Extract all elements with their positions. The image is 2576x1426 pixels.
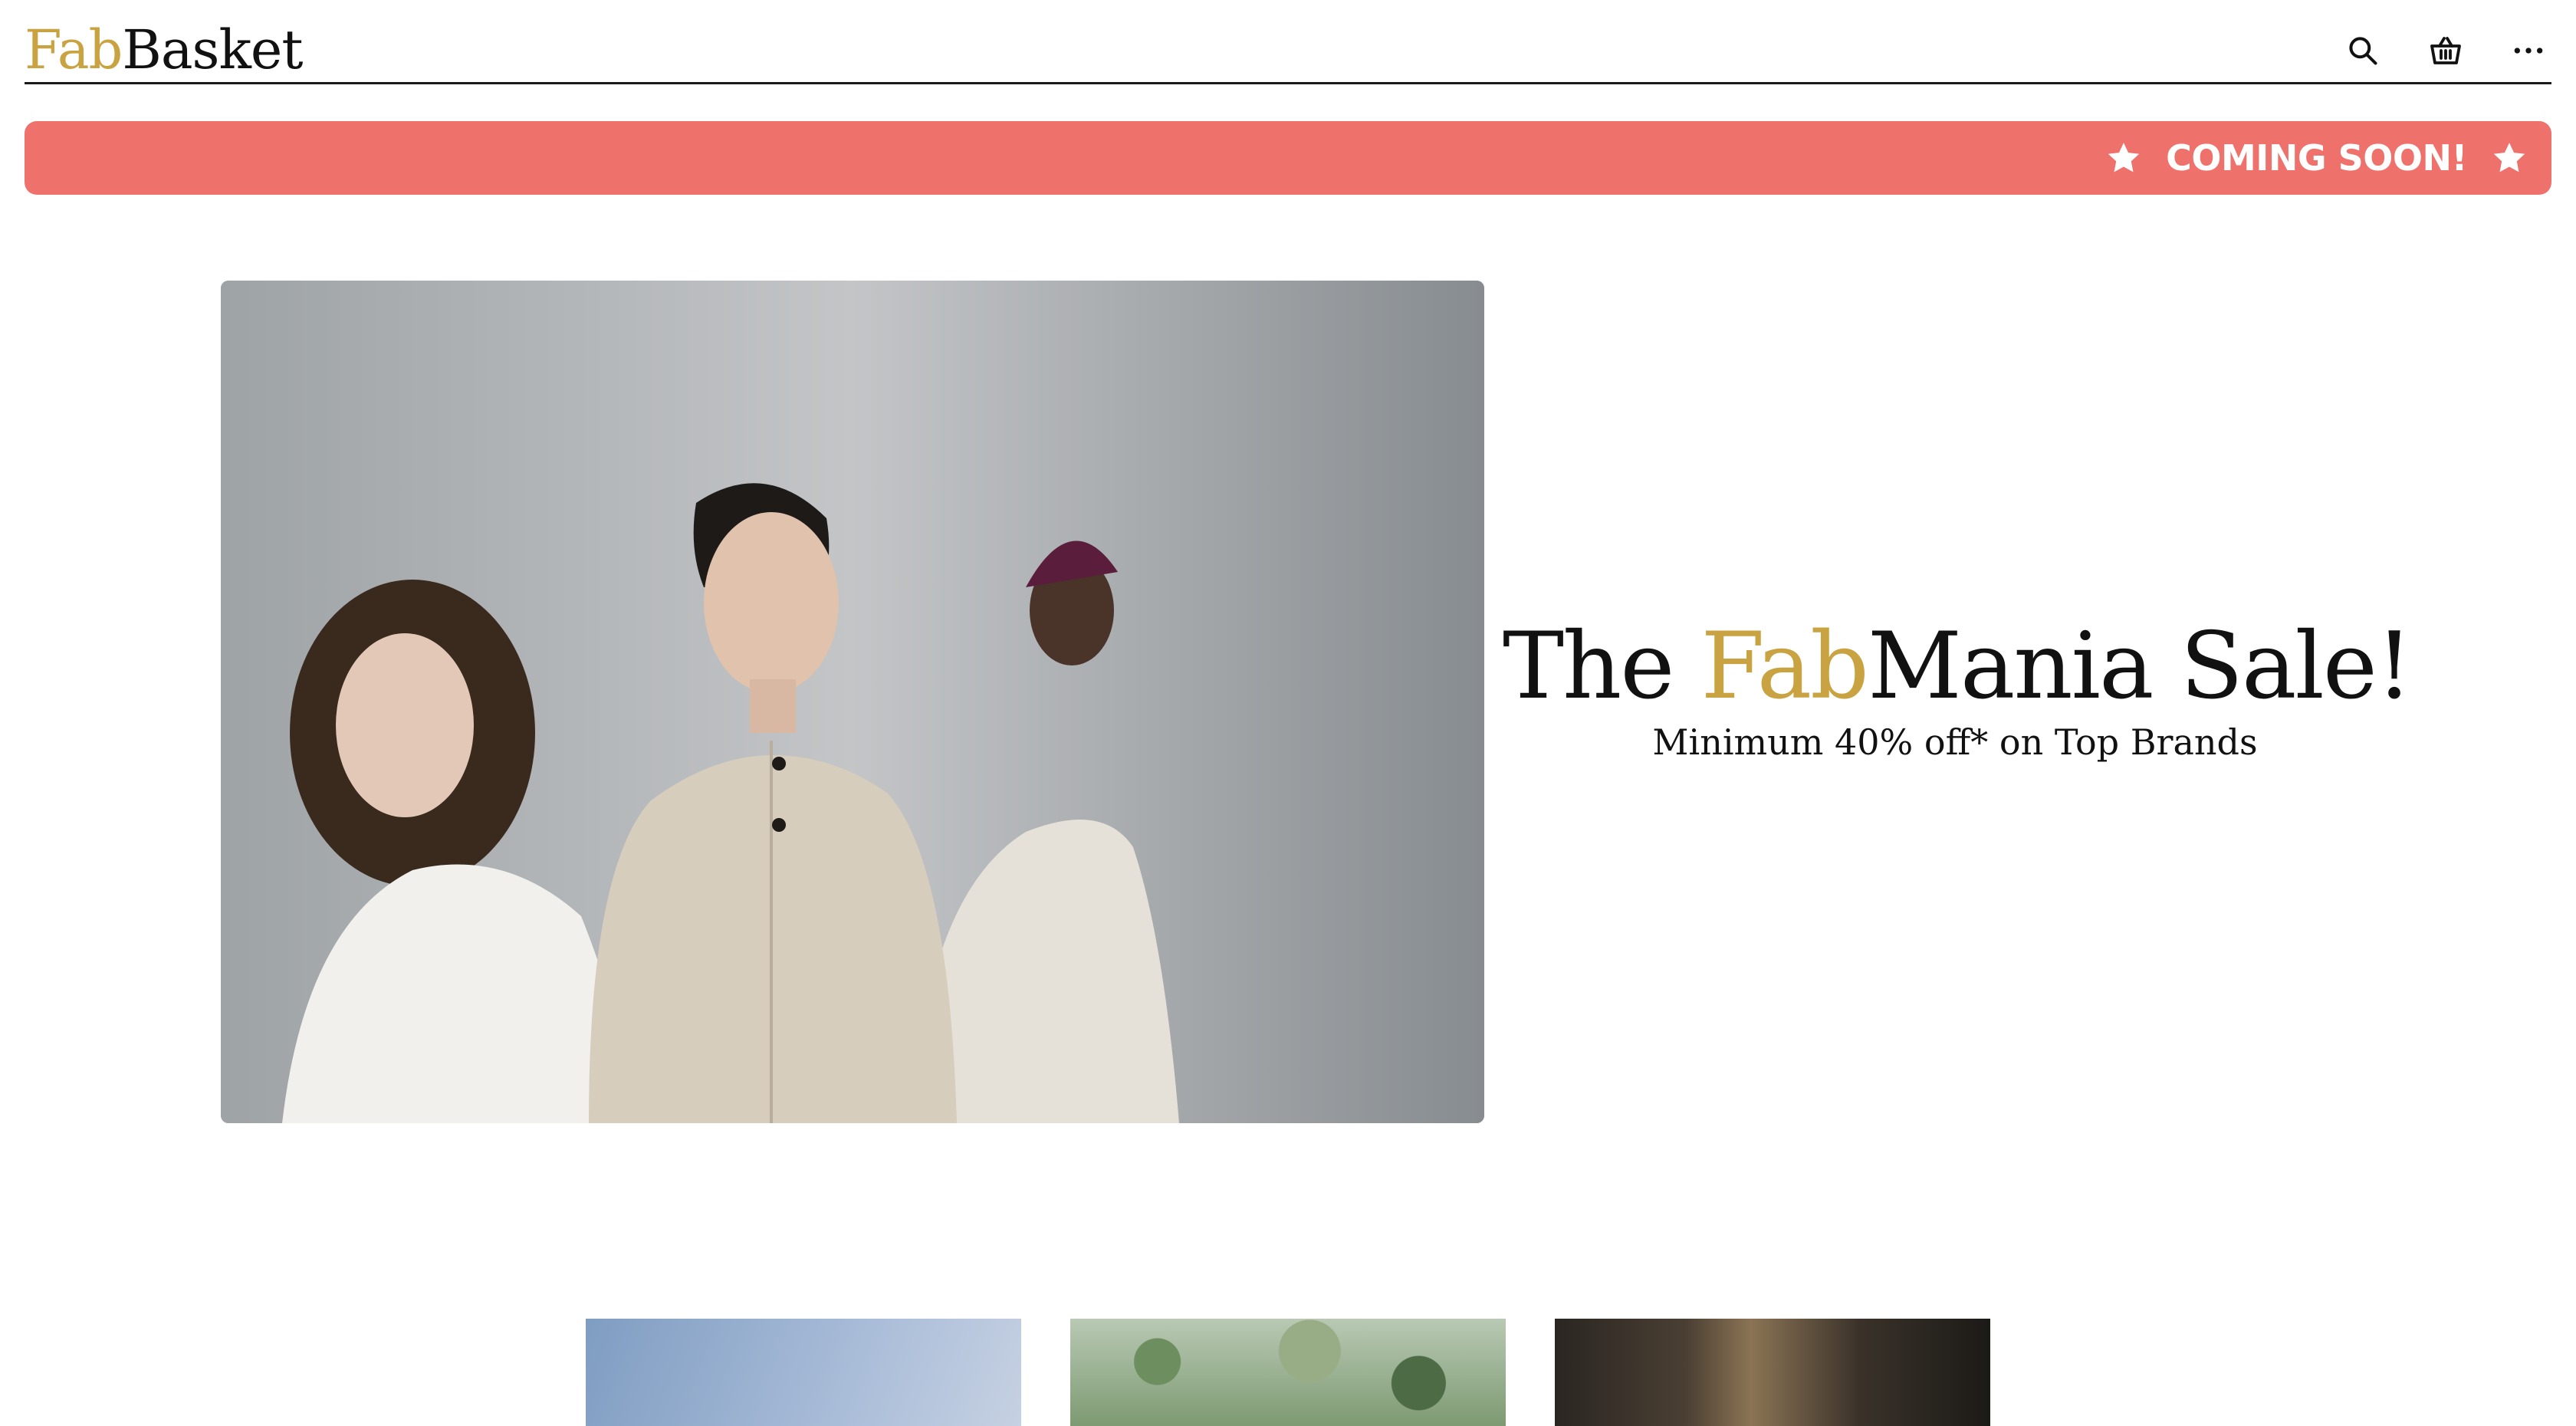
search-button[interactable] <box>2340 28 2386 74</box>
category-tile[interactable] <box>1070 1319 1506 1426</box>
star-icon <box>2493 143 2525 172</box>
more-button[interactable] <box>2505 28 2551 74</box>
site-logo[interactable]: FabBasket <box>25 17 303 83</box>
coming-soon-banner: COMING SOON! <box>25 121 2551 195</box>
basket-icon <box>2430 37 2461 64</box>
hero-subtitle: Minimum 40% off* on Top Brands <box>1652 721 2258 763</box>
category-tile[interactable] <box>586 1319 1021 1426</box>
star-icon <box>2108 143 2140 172</box>
logo-suffix: Basket <box>122 18 303 81</box>
category-tile[interactable] <box>1555 1319 1990 1426</box>
hero-text: The FabMania Sale! Minimum 40% off* on T… <box>1503 613 2413 765</box>
hero-title-prefix: The <box>1503 613 1701 720</box>
banner-text: COMING SOON! <box>2166 137 2467 179</box>
basket-button[interactable] <box>2423 28 2469 74</box>
hero-title-suffix: Mania Sale! <box>1867 613 2413 720</box>
header-icons <box>2303 28 2551 74</box>
hero-title-highlight: Fab <box>1700 613 1868 720</box>
more-icon <box>2514 48 2543 54</box>
site-header: FabBasket <box>25 0 2551 84</box>
hero-photo <box>221 281 1484 1123</box>
hero-image <box>221 281 1484 1123</box>
logo-prefix: Fab <box>25 18 123 81</box>
search-icon <box>2349 37 2377 65</box>
hero-title: The FabMania Sale! <box>1503 613 2413 721</box>
